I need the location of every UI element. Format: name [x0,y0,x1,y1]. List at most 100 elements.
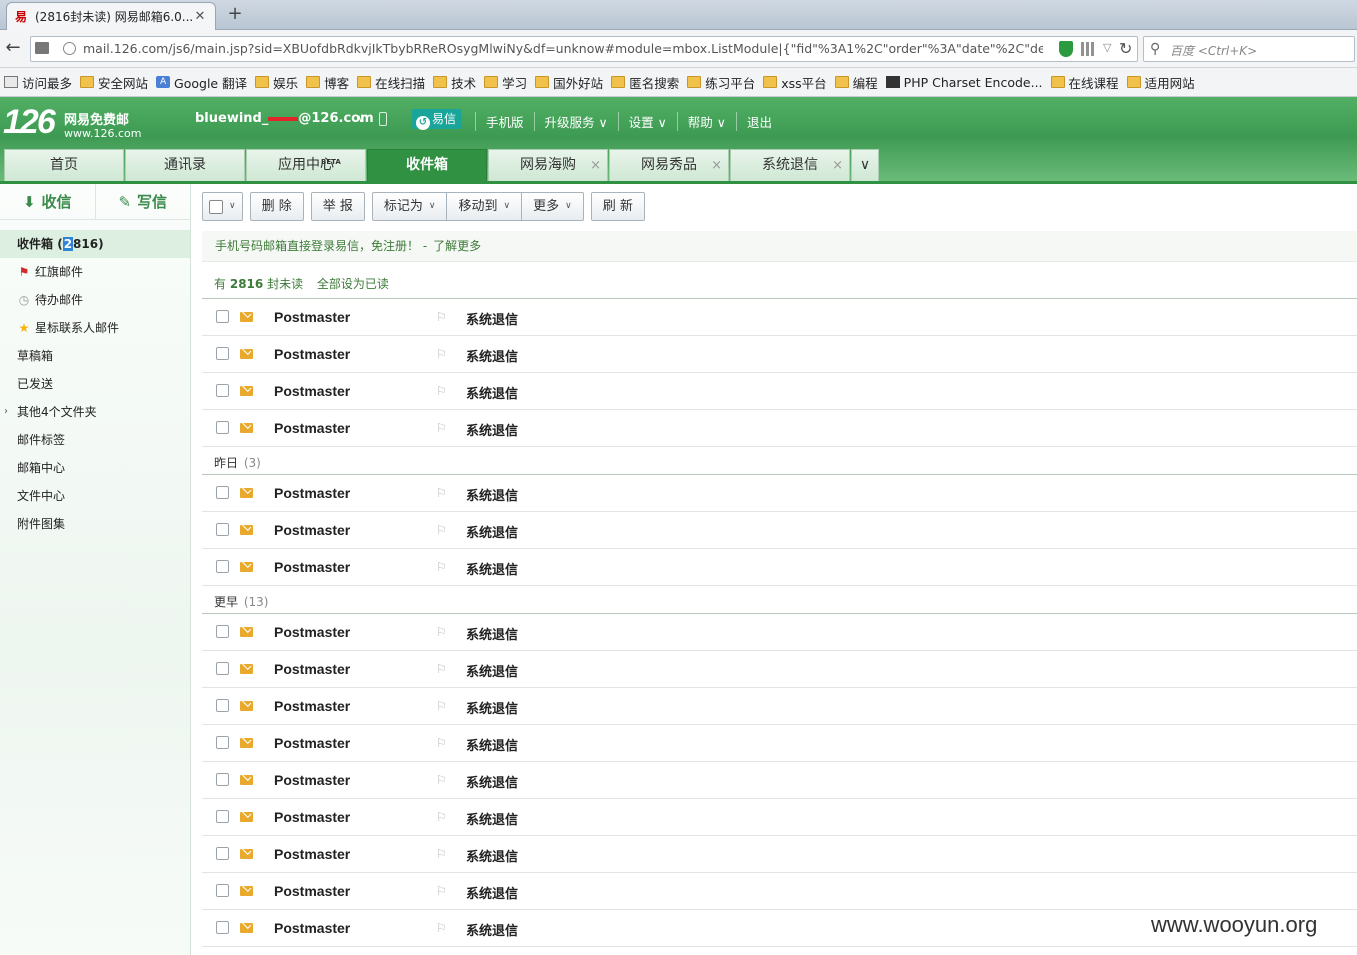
mail-subject[interactable]: 系统退信 [466,735,518,754]
mail-subject[interactable]: 系统退信 [466,485,518,504]
more-button[interactable]: 更多 ∨ [522,192,584,221]
mail-row[interactable]: Postmaster ⚐ 系统退信 [202,651,1357,688]
bookmark-item[interactable]: 技术 [433,73,476,92]
mail-subject[interactable]: 系统退信 [466,309,518,328]
mail-subject[interactable]: 系统退信 [466,846,518,865]
row-checkbox[interactable] [216,560,229,573]
browser-search-box[interactable]: ⚲ 百度 <Ctrl+K> [1143,36,1355,62]
mail-sender[interactable]: Postmaster [274,920,350,936]
flag-icon[interactable]: ⚐ [436,736,447,750]
mail-subject[interactable]: 系统退信 [466,920,518,939]
tab-netease-haigou[interactable]: 网易海购 × [488,149,608,181]
flag-icon[interactable]: ⚐ [436,384,447,398]
mail-subject[interactable]: 系统退信 [466,698,518,717]
tab-close-icon[interactable]: ✕ [193,9,207,24]
sidebar-item-other-folders[interactable]: › 其他4个文件夹 [0,398,190,426]
history-dropdown-icon[interactable]: ▽ [1103,41,1111,54]
mail-row[interactable]: Postmaster ⚐ 系统退信 [202,475,1357,512]
sidebar-item-attachments[interactable]: 附件图集 [0,510,190,538]
close-icon[interactable]: × [711,150,722,181]
flag-icon[interactable]: ⚐ [436,699,447,713]
tabs-more-button[interactable]: ∨ [851,149,879,181]
mail-sender[interactable]: Postmaster [274,883,350,899]
flag-icon[interactable]: ⚐ [436,625,447,639]
flag-icon[interactable]: ⚐ [436,560,447,574]
mail-subject[interactable]: 系统退信 [466,624,518,643]
mail-sender[interactable]: Postmaster [274,846,350,862]
row-checkbox[interactable] [216,773,229,786]
mail-row[interactable]: Postmaster ⚐ 系统退信 [202,762,1357,799]
account-dropdown-icon[interactable]: ∨ [357,112,365,125]
row-checkbox[interactable] [216,310,229,323]
browser-tab[interactable]: 易 (2816封未读) 网易邮箱6.0... ✕ [6,2,216,30]
mail-subject[interactable]: 系统退信 [466,346,518,365]
learn-more-link[interactable]: 了解更多 [433,239,481,253]
close-icon[interactable]: × [832,150,843,181]
mail-sender[interactable]: Postmaster [274,772,350,788]
row-checkbox[interactable] [216,736,229,749]
mail-subject[interactable]: 系统退信 [466,383,518,402]
mail-row[interactable]: Postmaster ⚐ 系统退信 [202,549,1357,586]
tab-inbox[interactable]: 收件箱 [367,149,487,181]
flag-icon[interactable]: ⚐ [436,884,447,898]
qr-code-icon[interactable] [1081,42,1095,56]
bookmark-item[interactable]: 在线课程 [1050,73,1119,92]
sidebar-item-drafts[interactable]: 草稿箱 [0,342,190,370]
mail-sender[interactable]: Postmaster [274,559,350,575]
shield-icon[interactable] [1059,41,1073,57]
expand-arrow-icon[interactable]: › [4,398,8,426]
row-checkbox[interactable] [216,847,229,860]
bookmark-item[interactable]: 学习 [484,73,527,92]
sidebar-item-starred[interactable]: ★ 星标联系人邮件 [0,314,190,342]
tab-netease-xiupin[interactable]: 网易秀品 × [609,149,729,181]
select-all-checkbox[interactable]: ∨ [202,192,243,221]
settings-link[interactable]: 设置 ∨ [617,112,677,131]
row-checkbox[interactable] [216,421,229,434]
back-arrow-icon[interactable]: ← [2,38,24,60]
mail-sender[interactable]: Postmaster [274,383,350,399]
move-to-button[interactable]: 移动到 ∨ [447,192,523,221]
bookmark-item[interactable]: A Google 翻译 [156,73,247,92]
mail-subject[interactable]: 系统退信 [466,420,518,439]
bookmark-item[interactable]: 匿名搜索 [611,73,679,92]
flag-icon[interactable]: ⚐ [436,773,447,787]
mail-row[interactable]: Postmaster ⚐ 系统退信 [202,688,1357,725]
mail-row[interactable]: Postmaster ⚐ 系统退信 [202,614,1357,651]
mail-sender[interactable]: Postmaster [274,698,350,714]
mail-row[interactable]: Postmaster ⚐ 系统退信 [202,373,1357,410]
upgrade-link[interactable]: 升级服务 ∨ [533,112,618,131]
mail-row[interactable]: Postmaster ⚐ 系统退信 [202,410,1357,447]
row-checkbox[interactable] [216,699,229,712]
mail-row[interactable]: Postmaster ⚐ 系统退信 [202,799,1357,836]
mail-row[interactable]: Postmaster ⚐ 系统退信 [202,873,1357,910]
row-checkbox[interactable] [216,523,229,536]
mail-sender[interactable]: Postmaster [274,346,350,362]
mail-subject[interactable]: 系统退信 [466,559,518,578]
bookmark-item[interactable]: xss平台 [763,73,827,92]
phone-icon[interactable] [379,112,387,126]
flag-icon[interactable]: ⚐ [436,523,447,537]
flag-icon[interactable]: ⚐ [436,847,447,861]
mail-subject[interactable]: 系统退信 [466,522,518,541]
mail-sender[interactable]: Postmaster [274,624,350,640]
mobile-link[interactable]: 手机版 [475,112,534,131]
flag-icon[interactable]: ⚐ [436,486,447,500]
refresh-button[interactable]: 刷 新 [590,192,645,221]
close-icon[interactable]: × [590,150,601,181]
flag-icon[interactable]: ⚐ [436,921,447,935]
bookmark-item[interactable]: 编程 [834,73,878,92]
row-checkbox[interactable] [216,625,229,638]
mail-sender[interactable]: Postmaster [274,485,350,501]
bookmark-item[interactable]: 在线扫描 [357,73,425,92]
tab-app-center[interactable]: 应用中心 BETA [246,149,366,181]
bookmark-item[interactable]: 练习平台 [687,73,755,92]
report-button[interactable]: 举 报 [310,192,365,221]
mail-row[interactable]: Postmaster ⚐ 系统退信 [202,336,1357,373]
sidebar-item-red-flag[interactable]: ⚑ 红旗邮件 [0,258,190,286]
mail-row[interactable]: Postmaster ⚐ 系统退信 [202,512,1357,549]
mail-row[interactable]: Postmaster ⚐ 系统退信 [202,299,1357,336]
mark-as-button[interactable]: 标记为 ∨ [371,192,448,221]
flag-icon[interactable]: ⚐ [436,810,447,824]
mail-sender[interactable]: Postmaster [274,522,350,538]
bookmark-item[interactable]: 访问最多 [4,73,72,92]
